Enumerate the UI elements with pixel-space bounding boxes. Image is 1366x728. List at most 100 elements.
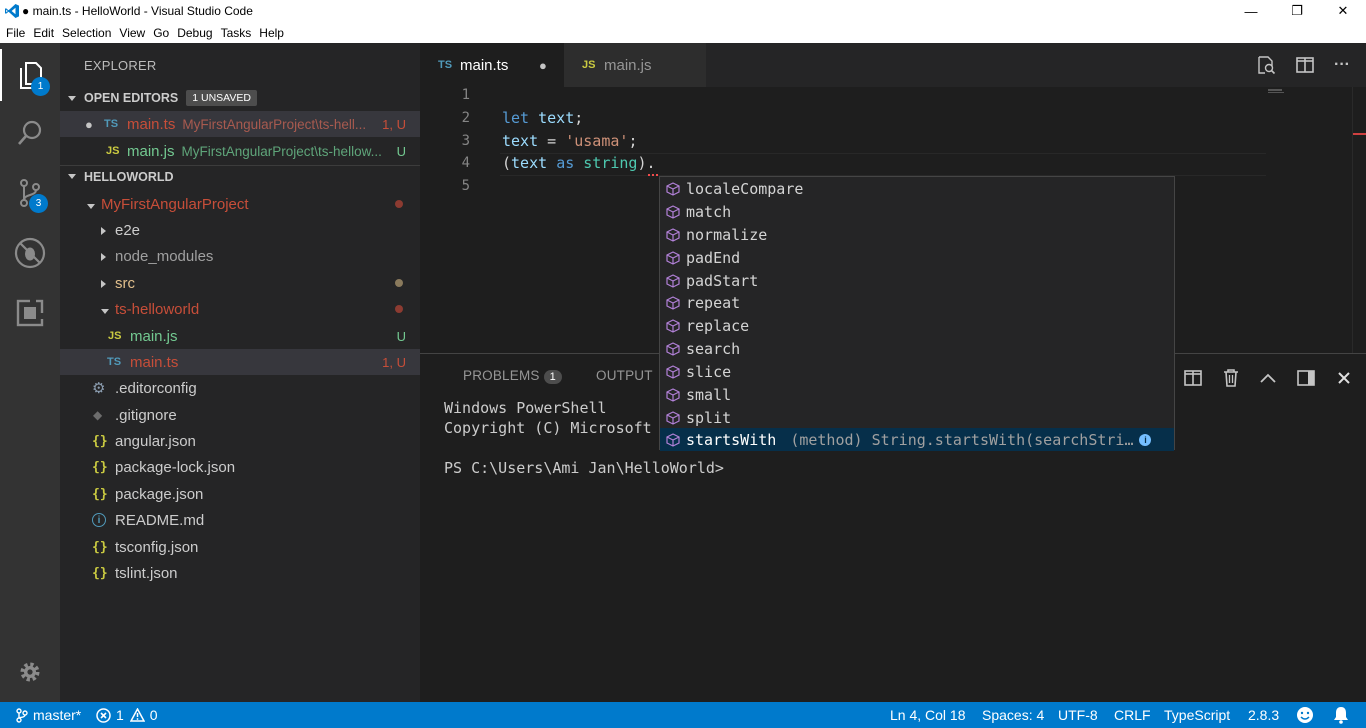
menu-file[interactable]: File <box>2 26 29 40</box>
method-cube-icon <box>660 387 686 402</box>
dirty-dot-icon[interactable]: ● <box>539 58 547 73</box>
tree-file[interactable]: i README.md <box>60 507 420 533</box>
activity-explorer[interactable]: 1 <box>0 49 60 101</box>
split-terminal-button[interactable] <box>1181 366 1205 390</box>
tree-file[interactable]: ◆ .gitignore <box>60 402 420 428</box>
suggestion-item[interactable]: slice <box>660 360 1174 383</box>
tab-problems[interactable]: PROBLEMS 1 <box>463 368 562 384</box>
maximize-panel-button[interactable] <box>1256 366 1280 390</box>
terminal-prompt[interactable]: PS C:\Users\Ami Jan\HelloWorld> <box>444 459 724 477</box>
tree-file[interactable]: {} angular.json <box>60 428 420 454</box>
typescript-version[interactable]: 2.8.3 <box>1248 702 1279 728</box>
suggestion-item[interactable]: match <box>660 200 1174 223</box>
minimap[interactable] <box>1266 87 1352 97</box>
tab-main-js[interactable]: JS main.js <box>564 43 706 87</box>
open-editor-item[interactable]: ● TS main.ts MyFirstAngularProject\ts-hel… <box>60 111 420 137</box>
branch-indicator[interactable]: master* <box>16 702 81 728</box>
activity-source-control[interactable]: 3 <box>0 167 60 219</box>
json-file-icon: {} <box>92 433 108 449</box>
encoding[interactable]: UTF-8 <box>1058 702 1098 728</box>
menu-edit[interactable]: Edit <box>29 26 58 40</box>
folder-name: ts-helloworld <box>115 300 200 318</box>
menu-help[interactable]: Help <box>255 26 288 40</box>
close-icon <box>1338 372 1350 384</box>
code-line: (text as string). <box>502 154 656 172</box>
toggle-panel-position-button[interactable] <box>1294 366 1318 390</box>
tree-folder[interactable]: MyFirstAngularProject <box>60 191 420 217</box>
open-editor-item[interactable]: JS main.js MyFirstAngularProject\ts-hello… <box>60 138 420 164</box>
activity-extensions[interactable] <box>0 287 60 339</box>
close-icon: ✕ <box>1337 3 1349 18</box>
open-changes-button[interactable] <box>1256 43 1276 87</box>
close-window-button[interactable]: ✕ <box>1320 0 1366 22</box>
suggestion-item[interactable]: search <box>660 337 1174 360</box>
workspace-header[interactable]: HELLOWORLD <box>60 165 420 187</box>
minimize-button[interactable]: — <box>1228 0 1274 22</box>
suggestion-item[interactable]: localeCompare <box>660 177 1174 200</box>
language-mode[interactable]: TypeScript <box>1164 702 1230 728</box>
tree-file[interactable]: {} tslint.json <box>60 560 420 586</box>
maximize-icon: ❐ <box>1291 3 1303 18</box>
tree-file[interactable]: JS main.js U <box>60 323 420 349</box>
tree-file[interactable]: {} tsconfig.json <box>60 534 420 560</box>
chevron-down-icon <box>60 95 84 101</box>
menu-debug[interactable]: Debug <box>173 26 216 40</box>
title-bar: ● main.ts - HelloWorld - Visual Studio C… <box>0 0 1366 22</box>
method-cube-icon <box>660 364 686 379</box>
tree-file[interactable]: TS main.ts 1, U <box>60 349 420 375</box>
typescript-file-icon: TS <box>107 356 122 368</box>
kill-terminal-button[interactable] <box>1219 366 1243 390</box>
warning-count: 0 <box>149 707 158 723</box>
menu-go[interactable]: Go <box>149 26 173 40</box>
dirty-dot-icon[interactable]: ● <box>85 117 93 132</box>
tree-folder[interactable]: ts-helloworld <box>60 296 420 322</box>
suggestion-item[interactable]: padEnd <box>660 246 1174 269</box>
tree-folder[interactable]: node_modules <box>60 243 420 269</box>
error-squiggle <box>648 173 658 176</box>
sidebar-title: EXPLORER <box>84 58 157 73</box>
split-editor-button[interactable] <box>1296 43 1314 87</box>
suggestion-item-focused[interactable]: startsWith (method) String.startsWith(se… <box>660 428 1174 451</box>
activity-settings[interactable] <box>0 646 60 698</box>
tab-output[interactable]: OUTPUT <box>596 368 653 383</box>
suggestion-item[interactable]: padStart <box>660 269 1174 292</box>
search-icon <box>18 120 42 145</box>
notifications-button[interactable] <box>1333 702 1349 728</box>
warning-icon <box>129 708 145 722</box>
line-number: 5 <box>461 178 470 194</box>
info-icon[interactable]: i <box>1139 433 1152 446</box>
indentation[interactable]: Spaces: 4 <box>982 702 1044 728</box>
suggestion-item[interactable]: repeat <box>660 291 1174 314</box>
menu-selection[interactable]: Selection <box>58 26 115 40</box>
modified-dot-icon <box>395 279 403 287</box>
tree-file[interactable]: {} package-lock.json <box>60 454 420 480</box>
line-ending[interactable]: CRLF <box>1114 702 1151 728</box>
cursor-position[interactable]: Ln 4, Col 18 <box>890 702 966 728</box>
menu-tasks[interactable]: Tasks <box>217 26 256 40</box>
tree-file[interactable]: {} package.json <box>60 481 420 507</box>
tab-label: main.js <box>604 56 652 74</box>
code-line: let text; <box>502 109 584 127</box>
maximize-button[interactable]: ❐ <box>1274 0 1320 22</box>
suggestion-item[interactable]: replace <box>660 314 1174 337</box>
suggestion-item[interactable]: split <box>660 406 1174 429</box>
method-cube-icon <box>660 410 686 425</box>
close-panel-button[interactable] <box>1332 366 1356 390</box>
modified-dot-icon <box>395 200 403 208</box>
tree-folder[interactable]: src <box>60 270 420 296</box>
more-actions-button[interactable]: ··· <box>1334 43 1350 87</box>
activity-debug[interactable] <box>0 227 60 279</box>
suggestion-item[interactable]: small <box>660 383 1174 406</box>
bell-icon <box>1334 707 1348 724</box>
file-name: angular.json <box>115 432 196 450</box>
feedback-button[interactable] <box>1296 702 1314 728</box>
suggestion-item[interactable]: normalize <box>660 223 1174 246</box>
tree-folder[interactable]: e2e <box>60 217 420 243</box>
tab-main-ts[interactable]: TS main.ts ● <box>420 43 564 87</box>
problems-indicator[interactable]: 1 0 <box>96 702 158 728</box>
tree-file[interactable]: ⚙ .editorconfig <box>60 375 420 401</box>
open-editors-header[interactable]: OPEN EDITORS 1 UNSAVED <box>60 87 420 109</box>
menu-view[interactable]: View <box>115 26 149 40</box>
activity-search[interactable] <box>0 107 60 159</box>
editor-scrollbar[interactable] <box>1352 87 1366 353</box>
